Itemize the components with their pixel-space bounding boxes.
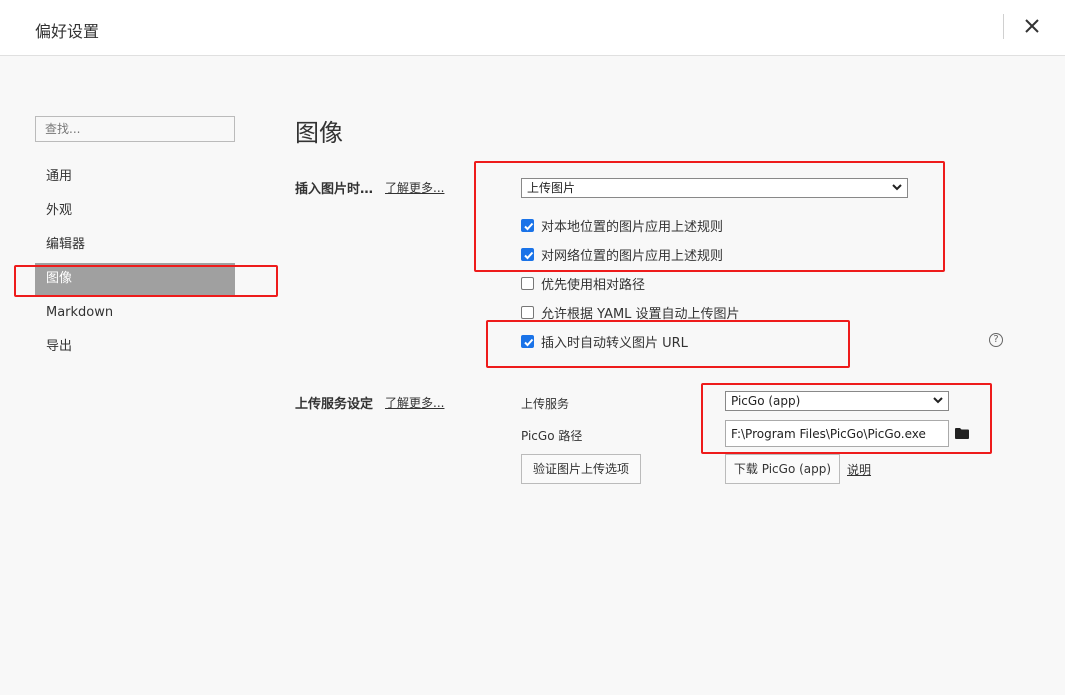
upload-service-section-label: 上传服务设定: [295, 397, 374, 412]
picgo-path-label: PicGo 路径: [521, 429, 583, 443]
window-title: 偏好设置: [35, 22, 100, 41]
checkbox-label: 对网络位置的图片应用上述规则: [541, 248, 724, 264]
checkbox-checked[interactable]: [521, 218, 534, 232]
sidebar-item-export[interactable]: 导出: [35, 331, 235, 363]
page-title: 图像: [295, 119, 343, 147]
sidebar-item-markdown[interactable]: Markdown: [35, 297, 235, 329]
sidebar-item-appearance[interactable]: 外观: [35, 195, 235, 227]
folder-icon[interactable]: [955, 427, 969, 439]
search-input[interactable]: [35, 116, 235, 142]
close-icon: [1025, 19, 1039, 33]
chevron-down-icon: [933, 397, 943, 404]
sidebar-item-editor[interactable]: 编辑器: [35, 229, 235, 261]
chevron-down-icon: [892, 184, 902, 191]
close-button[interactable]: [1018, 12, 1046, 42]
check-icon: [524, 222, 534, 230]
check-icon: [524, 338, 534, 346]
apply-web-images-checkbox[interactable]: 对网络位置的图片应用上述规则: [521, 244, 723, 264]
escape-image-url-checkbox[interactable]: 插入时自动转义图片 URL: [521, 331, 688, 351]
explain-link[interactable]: 说明: [847, 461, 871, 478]
title-bar: 偏好设置: [0, 0, 1065, 56]
insert-action-select[interactable]: 上传图片: [521, 178, 908, 198]
checkbox-label: 对本地位置的图片应用上述规则: [541, 219, 724, 235]
picgo-path-input[interactable]: [725, 420, 949, 447]
sidebar-item-general[interactable]: 通用: [35, 161, 235, 193]
prefer-relative-path-checkbox[interactable]: 优先使用相对路径: [521, 273, 645, 293]
upload-service-value: PicGo (app): [731, 394, 801, 408]
check-icon: [524, 251, 534, 259]
checkbox-label: 允许根据 YAML 设置自动上传图片: [541, 306, 740, 322]
insert-action-value: 上传图片: [527, 181, 576, 195]
upload-learn-more-link[interactable]: 了解更多...: [385, 394, 444, 411]
checkbox-label: 插入时自动转义图片 URL: [541, 335, 688, 351]
checkbox-checked[interactable]: [521, 247, 534, 261]
upload-service-select[interactable]: PicGo (app): [725, 391, 949, 411]
sidebar-item-image[interactable]: 图像: [35, 263, 235, 295]
upload-service-label: 上传服务: [521, 397, 570, 411]
checkbox-unchecked[interactable]: [521, 276, 534, 290]
checkbox-label: 优先使用相对路径: [541, 277, 646, 293]
title-divider: [1003, 14, 1004, 39]
checkbox-unchecked[interactable]: [521, 305, 534, 319]
yaml-auto-upload-checkbox[interactable]: 允许根据 YAML 设置自动上传图片: [521, 302, 740, 322]
verify-upload-button[interactable]: 验证图片上传选项: [521, 454, 641, 484]
apply-local-images-checkbox[interactable]: 对本地位置的图片应用上述规则: [521, 215, 723, 235]
insert-learn-more-link[interactable]: 了解更多...: [385, 179, 444, 196]
checkbox-checked[interactable]: [521, 334, 534, 348]
insert-image-section-label: 插入图片时…: [295, 182, 374, 197]
help-icon[interactable]: ?: [989, 333, 1003, 347]
download-picgo-button[interactable]: 下载 PicGo (app): [725, 454, 840, 484]
